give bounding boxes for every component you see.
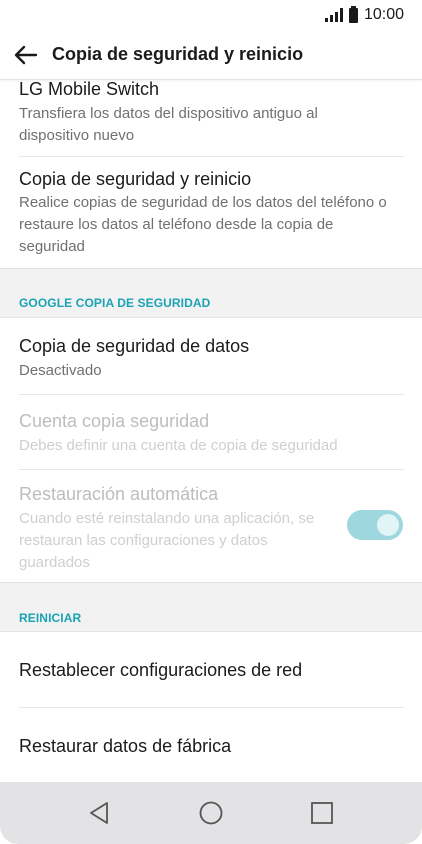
nav-recents-button[interactable] [307, 798, 337, 828]
auto-restore-toggle [347, 510, 403, 540]
item-title: LG Mobile Switch [19, 80, 160, 99]
signal-bars-icon [324, 8, 343, 22]
item-title: Restauración automática [19, 484, 219, 504]
arrow-left-icon [14, 45, 38, 65]
list-item-auto-restore: Restauración automática Cuando esté rein… [0, 470, 422, 582]
nav-home-button[interactable] [196, 798, 226, 828]
battery-icon [348, 5, 358, 23]
item-subtitle: Realice copias de seguridad de los datos… [19, 194, 387, 255]
back-button[interactable] [10, 40, 42, 70]
section-header-reset: REINICIAR [0, 582, 422, 632]
section-header-google-backup: GOOGLE COPIA DE SEGURIDAD [0, 268, 422, 318]
nav-back-button[interactable] [84, 798, 114, 828]
square-recents-icon [311, 802, 333, 824]
list-item-backup-account: Cuenta copia seguridad Debes definir una… [0, 395, 422, 469]
page-title: Copia de seguridad y reinicio [52, 44, 304, 64]
navigation-bar [0, 782, 422, 844]
item-subtitle: Desactivado [19, 362, 102, 379]
item-subtitle: Debes definir una cuenta de copia de seg… [19, 437, 338, 454]
circle-home-icon [199, 801, 223, 825]
section-label: GOOGLE COPIA DE SEGURIDAD [19, 296, 211, 310]
item-subtitle: Cuando esté reinstalando una aplicación,… [19, 510, 315, 571]
item-title: Copia de seguridad y reinicio [19, 169, 252, 189]
list-item-backup-data[interactable]: Copia de seguridad de datos Desactivado [0, 318, 422, 394]
item-title: Restablecer configuraciones de red [19, 660, 303, 680]
item-title: Cuenta copia seguridad [19, 411, 210, 431]
list-item-copia-seguridad-reinicio[interactable]: Copia de seguridad y reinicio Realice co… [0, 157, 422, 267]
item-title: Copia de seguridad de datos [19, 336, 250, 356]
list-item-reset-network[interactable]: Restablecer configuraciones de red [0, 632, 422, 707]
status-icons: 10:00 [324, 5, 404, 24]
triangle-back-icon [90, 802, 108, 824]
item-title: Restaurar datos de fábrica [19, 736, 232, 756]
section-label: REINICIAR [19, 611, 82, 625]
status-time: 10:00 [363, 6, 404, 23]
list-item-lg-mobile-switch[interactable]: LG Mobile Switch Transfiera los datos de… [0, 80, 422, 156]
item-subtitle: Transfiera los datos del dispositivo ant… [19, 105, 318, 144]
settings-list[interactable]: LG Mobile Switch Transfiera los datos de… [0, 80, 422, 782]
app-bar: Copia de seguridad y reinicio [0, 30, 422, 80]
list-item-factory-reset[interactable]: Restaurar datos de fábrica [0, 708, 422, 782]
status-bar: 10:00 [0, 0, 422, 30]
toggle-knob [377, 514, 399, 536]
